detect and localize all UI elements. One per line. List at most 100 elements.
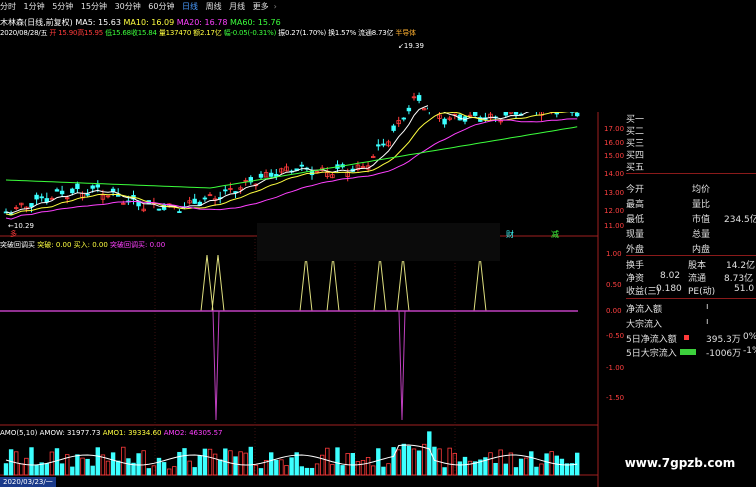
- divider: [626, 255, 756, 256]
- breakout-spike: [211, 254, 225, 312]
- axis-tick: 1.00: [606, 250, 622, 258]
- axis-tick: 12.00: [604, 207, 625, 215]
- volume-bar: [80, 457, 85, 476]
- volume-bar: [44, 463, 49, 476]
- axis-tick: 0.50: [606, 281, 622, 289]
- candle-body: [156, 208, 162, 211]
- candle-body: [401, 117, 406, 120]
- volume-bar: [493, 462, 498, 476]
- volume-bar: [376, 448, 381, 476]
- volume-bar: [202, 448, 208, 476]
- breakout-spike: [373, 254, 387, 312]
- volume-bar: [391, 447, 396, 476]
- tag-duo: 多: [10, 230, 17, 238]
- indicator-s3: 突破回调买: 0.00: [110, 241, 166, 249]
- candle-body: [258, 173, 264, 178]
- market-cap-value: 234.5亿: [724, 215, 756, 225]
- candle-body: [416, 95, 422, 101]
- stat-label: 内盘: [692, 245, 711, 255]
- divider: [626, 173, 756, 174]
- candle-body: [376, 144, 381, 147]
- volume-bar: [24, 457, 29, 476]
- watermark: www.7gpzb.com: [604, 452, 756, 474]
- candle-body: [59, 190, 65, 195]
- volume-bar: [141, 450, 146, 476]
- flow-tick-icon: ı: [706, 302, 709, 312]
- candle-body: [381, 143, 386, 146]
- volume-bar: [381, 466, 386, 476]
- volume-bar: [238, 451, 243, 476]
- candle-body: [95, 184, 100, 188]
- volume-bar: [248, 446, 253, 476]
- volume-bar: [197, 455, 202, 476]
- volume-bar: [411, 448, 417, 476]
- volume-bar: [442, 467, 447, 476]
- volume-bar: [116, 460, 121, 476]
- outflow-bar: [680, 349, 696, 355]
- axis-tick: 11.00: [604, 222, 625, 230]
- volume-bar: [467, 460, 473, 476]
- right-panel: 买一 买二 买三 买四 买五 今开 均价 最高 量比 最低 市值 234.5亿 现量 总量…: [626, 112, 756, 412]
- stat-label: 现量: [626, 230, 645, 240]
- tag-cai: 财: [506, 230, 514, 239]
- volume-bar: [508, 452, 514, 476]
- volume-bar: [54, 448, 60, 476]
- volume-bar: [421, 443, 427, 476]
- breakout-spike: [200, 254, 214, 312]
- ma20-line: [5, 118, 578, 220]
- volume-bar: [75, 454, 80, 476]
- volume-bar: [427, 431, 432, 476]
- stat-label: PE(动): [688, 287, 716, 297]
- pullback-spike: [398, 310, 406, 421]
- pe-value: 51.0: [734, 284, 755, 294]
- candle-body: [406, 107, 412, 112]
- high-marker: ↙19.39: [398, 42, 424, 50]
- axis-tick: 16.00: [604, 139, 625, 147]
- axis-tick: 13.00: [604, 189, 625, 197]
- candle-body: [34, 194, 39, 200]
- candle-body: [39, 196, 44, 199]
- axis-tick: -0.50: [606, 332, 625, 340]
- volume-bar: [70, 466, 75, 476]
- flow-pct: 0%: [743, 332, 756, 342]
- volume-bar: [289, 457, 294, 476]
- axis-tick: -1.00: [606, 364, 625, 372]
- pullback-spike: [212, 310, 220, 421]
- volume-bar: [370, 465, 376, 476]
- flow-label: 大宗流入: [626, 320, 663, 330]
- candle-body: [268, 172, 274, 177]
- volume-bar: [212, 453, 218, 476]
- volume-bar: [274, 459, 279, 476]
- stat-label: 外盘: [626, 245, 645, 255]
- stat-label: 流通: [688, 274, 707, 284]
- volume-bar: [299, 466, 304, 476]
- stat-label: 量比: [692, 200, 711, 210]
- stat-label: 换手: [626, 261, 645, 271]
- share-capital-value: 14.2亿: [726, 261, 756, 271]
- volume-bar: [29, 447, 34, 476]
- ma10-line: [5, 110, 578, 216]
- net-asset-value: 8.02: [660, 271, 681, 281]
- volume-bar: [544, 453, 549, 476]
- volume-bar: [503, 463, 508, 476]
- breakout-spike: [326, 254, 340, 312]
- volume-bar: [258, 468, 264, 476]
- divider: [626, 298, 756, 299]
- flow-value: -1006万: [706, 349, 742, 359]
- volume-bar: [19, 463, 24, 476]
- volume-bar: [121, 446, 126, 476]
- volume-bar: [314, 463, 320, 476]
- volume-bar: [156, 457, 162, 476]
- candle-body: [223, 189, 228, 192]
- flow-label: 5日大宗流入: [626, 349, 677, 359]
- breakout-spike: [473, 254, 487, 312]
- axis-tick: 17.00: [604, 125, 625, 133]
- flow-label: 5日净流入额: [626, 335, 677, 345]
- volume-bar: [350, 453, 355, 476]
- breakout-spike: [396, 254, 410, 312]
- volume-bar: [177, 451, 182, 476]
- axis-tick: 0.00: [606, 307, 622, 315]
- blank-overlay: [428, 0, 756, 112]
- high-value: 19.39: [403, 42, 424, 50]
- volume-bar: [513, 467, 519, 476]
